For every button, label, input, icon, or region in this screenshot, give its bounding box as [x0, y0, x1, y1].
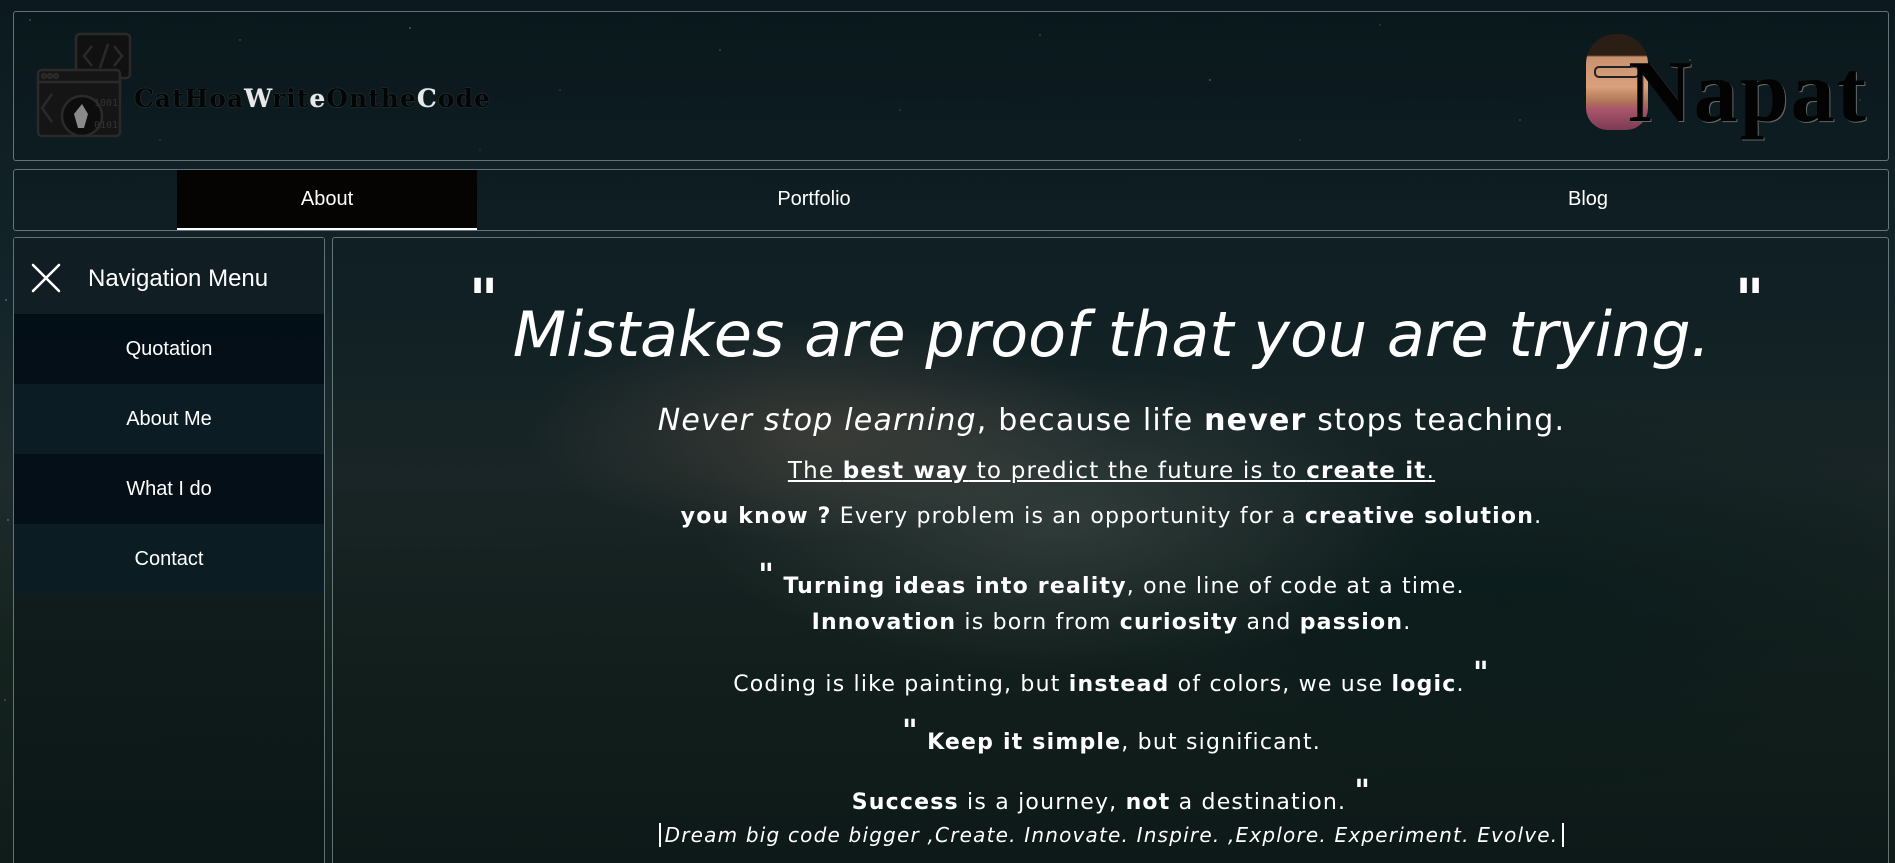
sidebar-item-about-me[interactable]: About Me — [14, 384, 324, 454]
close-icon[interactable] — [30, 262, 62, 294]
quote-line-1: Never stop learning, because life never … — [657, 403, 1566, 438]
sidebar-item-what-i-do[interactable]: What I do — [14, 454, 324, 524]
typed-text-line: Dream big code bigger ,Create. Innovate.… — [333, 823, 1890, 847]
quote-line-3: you know ? Every problem is an opportuni… — [680, 504, 1543, 529]
sidebar-item-quotation[interactable]: Quotation — [14, 314, 324, 384]
brand-name: Napat — [1628, 44, 1868, 141]
sidebar-item-contact[interactable]: Contact — [14, 524, 324, 594]
quote-line-4: " Turning ideas into reality, one line o… — [758, 558, 1465, 599]
svg-text:0101: 0101 — [94, 120, 118, 131]
tab-portfolio[interactable]: Portfolio — [714, 170, 914, 230]
quote-line-8: Success is a journey, not a destination.… — [851, 774, 1372, 815]
sidebar-title: Navigation Menu — [88, 265, 269, 292]
quote-line-6: Coding is like painting, but instead of … — [733, 656, 1490, 697]
sidebar-header: Navigation Menu — [14, 238, 324, 314]
site-logo-text[interactable]: CatHoaWriteOntheCode — [134, 84, 491, 113]
headline-quote: Mistakes are proof that you are trying. — [512, 298, 1711, 371]
site-header: 1001 0101 CatHoaWriteOntheCode Napat — [13, 11, 1889, 161]
navigation-sidebar: Navigation Menu Quotation About Me What … — [13, 237, 325, 863]
quote-line-7: " Keep it simple, but significant. — [902, 714, 1321, 755]
tab-blog[interactable]: Blog — [1488, 170, 1688, 230]
tab-about[interactable]: About — [177, 170, 477, 230]
svg-text:1001: 1001 — [94, 98, 118, 109]
code-window-icon[interactable]: 1001 0101 — [34, 30, 134, 140]
close-quote-mark: " — [1735, 268, 1765, 333]
top-nav-tabs: About Portfolio Blog — [13, 169, 1889, 231]
quote-line-5: Innovation is born from curiosity and pa… — [811, 610, 1412, 635]
main-content: " Mistakes are proof that you are trying… — [332, 237, 1889, 863]
quote-line-2: The best way to predict the future is to… — [787, 458, 1436, 484]
typed-text: Dream big code bigger ,Create. Innovate.… — [658, 823, 1565, 847]
